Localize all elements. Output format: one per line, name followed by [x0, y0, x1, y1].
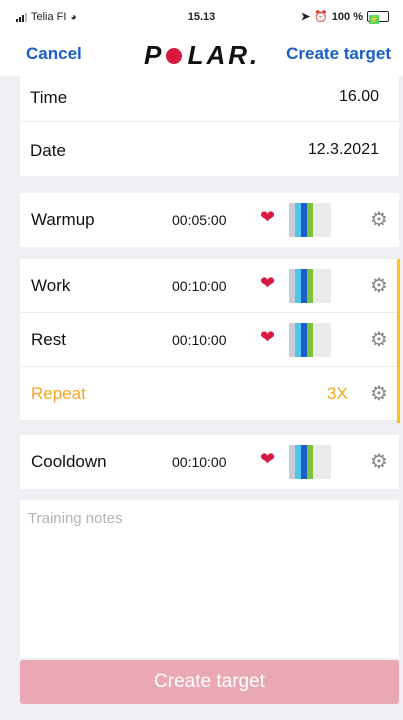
time-value: 16.00	[338, 88, 379, 105]
heart-rate-zone-bar	[289, 445, 331, 479]
training-notes-box	[20, 500, 399, 658]
phase-row-cooldown[interactable]: Cooldown 00:10:00 ❤ ⚙	[20, 435, 399, 489]
cooldown-card: Cooldown 00:10:00 ❤ ⚙	[20, 435, 399, 489]
gear-icon[interactable]: ⚙	[370, 273, 388, 298]
battery-info: ➤ ⏰ 100 % ⚡	[300, 10, 389, 24]
create-target-nav-button[interactable]: Create target	[286, 44, 391, 64]
training-notes-input[interactable]	[28, 510, 391, 648]
phase-label: Work	[31, 276, 71, 295]
repeat-label: Repeat	[31, 384, 86, 403]
heart-rate-zone-bar	[289, 269, 331, 303]
repeat-row[interactable]: Repeat 3X ⚙	[20, 367, 399, 421]
phase-duration: 00:10:00	[172, 332, 227, 348]
cancel-button[interactable]: Cancel	[26, 44, 82, 64]
battery-percent: 100 %	[331, 10, 363, 23]
heart-rate-zone-bar	[289, 323, 331, 357]
heart-rate-zone-bar	[289, 203, 331, 237]
warmup-card: Warmup 00:05:00 ❤ ⚙	[20, 193, 399, 247]
phase-label: Cooldown	[31, 452, 107, 471]
phase-row-rest[interactable]: Rest 00:10:00 ❤ ⚙	[20, 313, 399, 367]
phase-row-work[interactable]: Work 00:10:00 ❤ ⚙	[20, 259, 399, 313]
heart-icon: ❤	[260, 327, 276, 347]
date-row[interactable]: Date 12.3.2021	[20, 122, 399, 176]
gear-icon[interactable]: ⚙	[370, 381, 388, 406]
battery-icon: ⚡	[367, 11, 389, 24]
heart-icon: ❤	[260, 449, 276, 469]
time-row[interactable]: Time 16.00	[20, 76, 399, 122]
create-target-button[interactable]: Create target	[20, 660, 399, 704]
date-label: Date	[30, 141, 66, 160]
status-bar: Telia FI ◕ 15.13 ➤ ⏰ 100 % ⚡	[0, 0, 403, 36]
polar-logo: POLAR.	[144, 40, 261, 70]
phase-label: Warmup	[31, 210, 95, 229]
date-value: 12.3.2021	[307, 141, 379, 158]
location-icon: ➤	[300, 11, 311, 23]
navigation-bar: Cancel POLAR. Create target	[0, 36, 403, 76]
interval-block-card: Work 00:10:00 ❤ ⚙ Rest 00:10:00 ❤ ⚙ Repe…	[20, 259, 400, 423]
repeat-count: 3X	[327, 384, 348, 403]
alarm-icon: ⏰	[314, 11, 328, 23]
phase-duration: 00:10:00	[172, 454, 227, 470]
gear-icon[interactable]: ⚙	[370, 327, 388, 352]
repeat-bracket	[397, 259, 400, 423]
time-label: Time	[30, 88, 68, 107]
heart-icon: ❤	[260, 273, 276, 293]
gear-icon[interactable]: ⚙	[370, 207, 388, 232]
phase-row-warmup[interactable]: Warmup 00:05:00 ❤ ⚙	[20, 193, 399, 247]
phase-duration: 00:05:00	[172, 212, 227, 228]
gear-icon[interactable]: ⚙	[370, 449, 388, 474]
schedule-card: Time 16.00 Date 12.3.2021	[20, 76, 399, 176]
phase-duration: 00:10:00	[172, 278, 227, 294]
heart-icon: ❤	[260, 207, 276, 227]
phase-label: Rest	[31, 330, 66, 349]
